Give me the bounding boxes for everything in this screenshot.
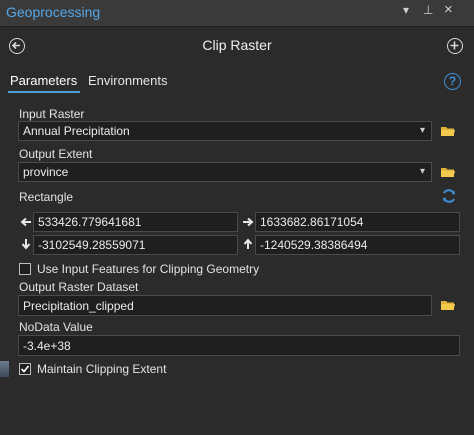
output-raster-dataset-label: Output Raster Dataset (19, 280, 139, 294)
pane-menu-icon[interactable]: ▾ (403, 3, 409, 17)
refresh-icon[interactable] (441, 188, 457, 204)
rectangle-top-value: -1240529.38386494 (260, 238, 368, 252)
chevron-down-icon[interactable]: ▾ (420, 166, 425, 177)
maintain-clipping-extent-checkbox[interactable] (19, 363, 31, 375)
rectangle-label: Rectangle (19, 190, 74, 204)
arrow-down-icon (21, 239, 31, 250)
nodata-value: -3.4e+38 (23, 338, 71, 353)
output-raster-dataset-field[interactable]: Precipitation_clipped (18, 295, 432, 316)
nodata-label: NoData Value (19, 320, 93, 334)
input-raster-value: Annual Precipitation (23, 124, 130, 138)
browse-folder-icon[interactable] (440, 165, 456, 179)
nodata-field[interactable]: -3.4e+38 (18, 335, 460, 356)
output-extent-label: Output Extent (19, 147, 93, 161)
arrow-right-icon (243, 217, 254, 227)
tab-parameters[interactable]: Parameters (10, 73, 77, 88)
geoprocessing-pane: Geoprocessing ▾ ⊥ × Clip Raster Paramete… (0, 0, 474, 435)
tool-title: Clip Raster (202, 37, 272, 53)
output-extent-field[interactable]: province ▾ (18, 162, 432, 182)
arrow-up-icon (243, 238, 253, 249)
rectangle-right-value: 1633682.86171054 (260, 215, 364, 229)
rectangle-top-field[interactable]: -1240529.38386494 (255, 235, 460, 255)
help-icon[interactable]: ? (444, 73, 461, 90)
rectangle-left-value: 533426.779641681 (38, 215, 142, 229)
rectangle-bottom-field[interactable]: -3102549.28559071 (33, 235, 238, 255)
arrow-left-icon (20, 217, 31, 227)
active-tab-indicator (8, 91, 80, 93)
tab-environments[interactable]: Environments (88, 73, 167, 88)
input-raster-label: Input Raster (19, 107, 85, 121)
output-raster-dataset-value: Precipitation_clipped (23, 298, 134, 313)
drag-handle[interactable] (0, 361, 9, 377)
rectangle-left-field[interactable]: 533426.779641681 (33, 212, 238, 232)
rectangle-bottom-value: -3102549.28559071 (38, 238, 146, 252)
input-raster-field[interactable]: Annual Precipitation ▾ (18, 121, 432, 141)
browse-folder-icon[interactable] (440, 124, 456, 138)
use-input-features-checkbox[interactable] (19, 263, 31, 275)
add-icon[interactable] (447, 38, 463, 54)
pane-title-bar: Geoprocessing ▾ ⊥ × (0, 0, 474, 27)
chevron-down-icon[interactable]: ▾ (420, 125, 425, 136)
pin-icon[interactable]: ⊥ (423, 3, 433, 17)
pane-title: Geoprocessing (6, 4, 101, 20)
close-icon[interactable]: × (444, 1, 453, 18)
browse-folder-icon[interactable] (440, 298, 456, 312)
maintain-clipping-extent-label: Maintain Clipping Extent (37, 362, 167, 376)
rectangle-right-field[interactable]: 1633682.86171054 (255, 212, 460, 232)
use-input-features-label: Use Input Features for Clipping Geometry (37, 262, 260, 276)
output-extent-value: province (23, 165, 69, 179)
checkmark-icon (20, 365, 30, 373)
